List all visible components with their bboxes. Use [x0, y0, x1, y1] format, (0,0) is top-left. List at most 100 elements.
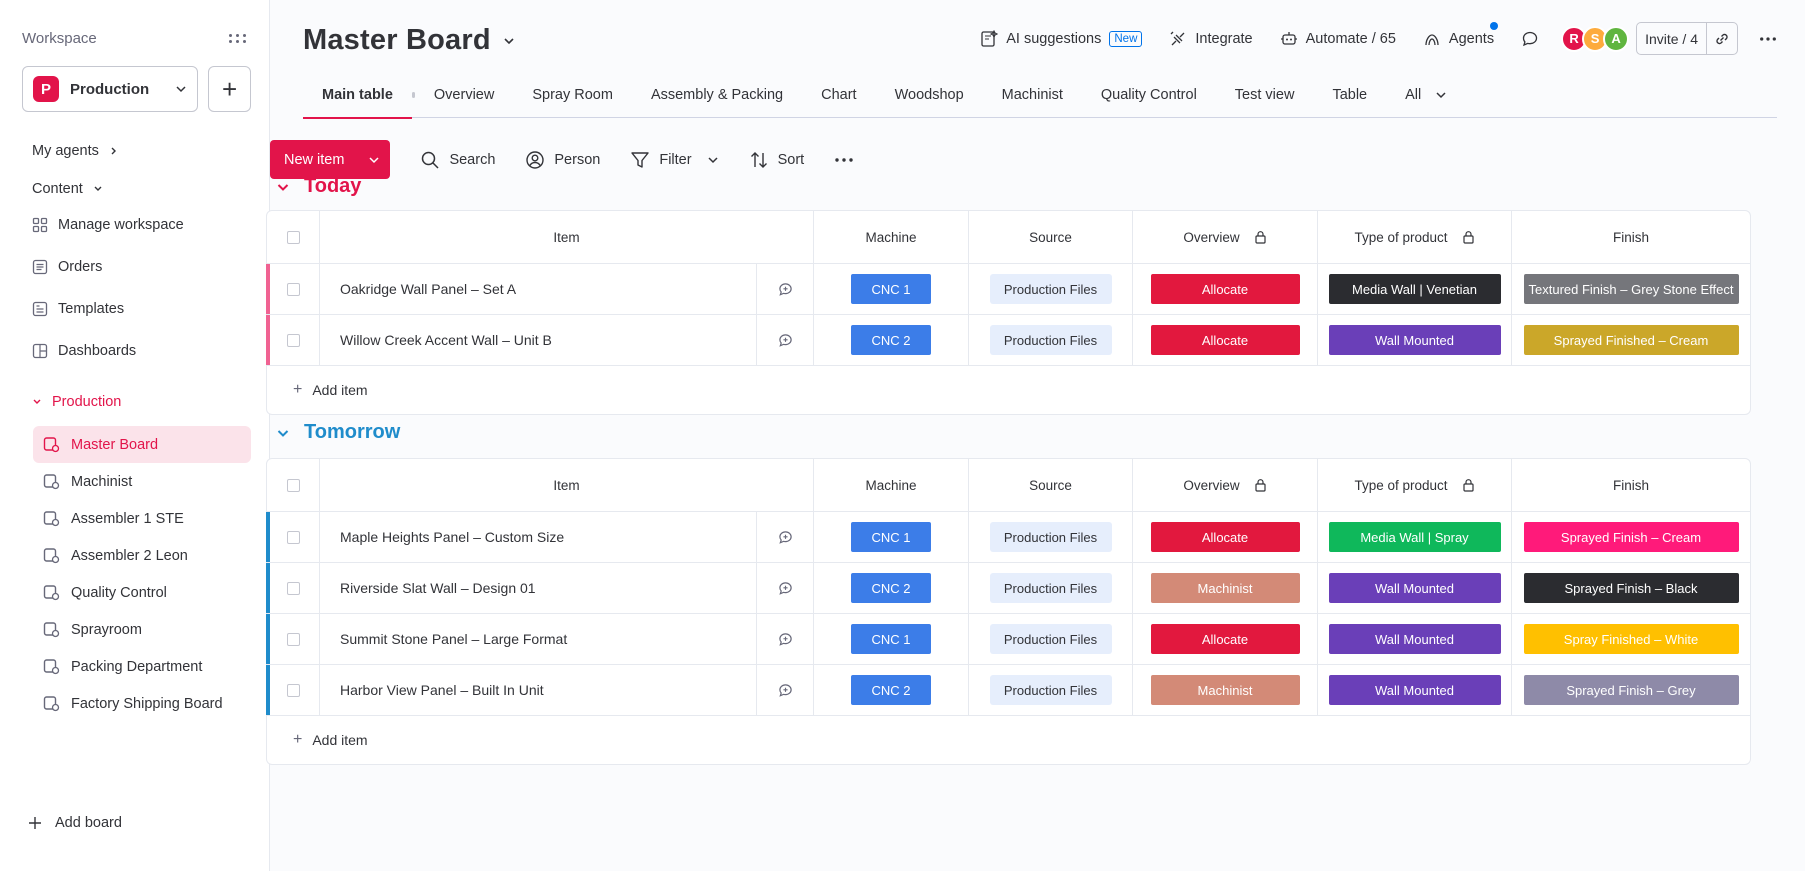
finish-status-cell[interactable]: Sprayed Finish – Grey: [1512, 665, 1750, 715]
finish-status-cell[interactable]: Sprayed Finish – Black: [1512, 563, 1750, 613]
type-status-cell[interactable]: Wall Mounted: [1318, 315, 1512, 365]
finish-status-cell[interactable]: Sprayed Finish – Cream: [1512, 512, 1750, 562]
column-header-overview[interactable]: Overview: [1133, 459, 1318, 511]
add-board-button[interactable]: Add board: [28, 815, 122, 831]
invite-button[interactable]: Invite / 4: [1637, 23, 1707, 54]
updates-cell[interactable]: [757, 512, 814, 562]
finish-status-cell[interactable]: Sprayed Finished – Cream: [1512, 315, 1750, 365]
sidebar-board-assembler-1-ste[interactable]: Assembler 1 STE: [33, 500, 251, 537]
item-name-cell[interactable]: Riverside Slat Wall – Design 01: [320, 563, 757, 613]
overview-status-cell[interactable]: Allocate: [1133, 614, 1318, 664]
machine-cell[interactable]: CNC 2: [814, 665, 969, 715]
updates-cell[interactable]: [757, 264, 814, 314]
sidebar-board-quality-control[interactable]: Quality Control: [33, 574, 251, 611]
type-status-cell[interactable]: Wall Mounted: [1318, 614, 1512, 664]
item-name-cell[interactable]: Maple Heights Panel – Custom Size: [320, 512, 757, 562]
group-header[interactable]: Today: [276, 175, 361, 198]
tab-table[interactable]: Table: [1313, 72, 1386, 118]
type-status-cell[interactable]: Wall Mounted: [1318, 563, 1512, 613]
sidebar-board-sprayroom[interactable]: Sprayroom: [33, 611, 251, 648]
avatar[interactable]: A: [1603, 25, 1630, 52]
machine-cell[interactable]: CNC 1: [814, 614, 969, 664]
copy-link-button[interactable]: [1707, 23, 1737, 54]
tab-machinist[interactable]: Machinist: [983, 72, 1082, 118]
row-checkbox[interactable]: [286, 530, 300, 544]
column-header-type[interactable]: Type of product: [1318, 459, 1512, 511]
sidebar-board-factory-shipping-board[interactable]: Factory Shipping Board: [33, 685, 251, 722]
sidebar-board-machinist[interactable]: Machinist: [33, 463, 251, 500]
automate-button[interactable]: Automate / 65: [1280, 30, 1396, 48]
sort-button[interactable]: Sort: [749, 150, 804, 170]
source-cell[interactable]: Production Files: [969, 614, 1133, 664]
tab-main-table[interactable]: Main table: [303, 72, 412, 119]
item-name-cell[interactable]: Oakridge Wall Panel – Set A: [320, 264, 757, 314]
sidebar-item-orders[interactable]: Orders: [22, 250, 251, 284]
column-header-finish[interactable]: Finish: [1512, 211, 1750, 263]
sidebar-item-dashboards[interactable]: Dashboards: [22, 334, 251, 368]
new-item-dropdown[interactable]: [358, 140, 390, 179]
row-checkbox[interactable]: [286, 683, 300, 697]
machine-cell[interactable]: CNC 1: [814, 264, 969, 314]
source-cell[interactable]: Production Files: [969, 264, 1133, 314]
content-section-toggle[interactable]: Content: [22, 172, 251, 206]
select-all-checkbox[interactable]: [286, 478, 300, 492]
overview-status-cell[interactable]: Allocate: [1133, 315, 1318, 365]
row-checkbox[interactable]: [286, 632, 300, 646]
workspace-menu-icon[interactable]: [225, 30, 251, 47]
column-header-item[interactable]: Item: [320, 459, 814, 511]
sidebar-item-templates[interactable]: Templates: [22, 292, 251, 326]
column-header-type[interactable]: Type of product: [1318, 211, 1512, 263]
updates-cell[interactable]: [757, 665, 814, 715]
tab-chart[interactable]: Chart: [802, 72, 875, 118]
tab-overview[interactable]: Overview: [415, 72, 513, 118]
add-item-row[interactable]: + Add item: [267, 716, 1750, 764]
tab-assembly-packing[interactable]: Assembly & Packing: [632, 72, 802, 118]
column-header-finish[interactable]: Finish: [1512, 459, 1750, 511]
sidebar-board-packing-department[interactable]: Packing Department: [33, 648, 251, 685]
sidebar-item-manage-workspace[interactable]: Manage workspace: [22, 208, 251, 242]
source-cell[interactable]: Production Files: [969, 665, 1133, 715]
column-header-source[interactable]: Source: [969, 459, 1133, 511]
source-cell[interactable]: Production Files: [969, 315, 1133, 365]
chevron-down-icon[interactable]: [276, 180, 290, 194]
my-agents-link[interactable]: My agents: [22, 134, 251, 168]
machine-cell[interactable]: CNC 1: [814, 512, 969, 562]
new-item-button[interactable]: New item: [270, 140, 391, 179]
board-title[interactable]: Master Board: [303, 24, 515, 57]
column-header-machine[interactable]: Machine: [814, 459, 969, 511]
chevron-down-icon[interactable]: [276, 426, 290, 440]
board-members[interactable]: R S A: [1561, 25, 1630, 52]
select-all-checkbox[interactable]: [286, 230, 300, 244]
machine-cell[interactable]: CNC 2: [814, 315, 969, 365]
tab-woodshop[interactable]: Woodshop: [876, 72, 983, 118]
add-workspace-button[interactable]: +: [208, 66, 251, 112]
tab-quality-control[interactable]: Quality Control: [1082, 72, 1216, 118]
sidebar-board-master-board[interactable]: Master Board: [33, 426, 251, 463]
filter-button[interactable]: Filter: [630, 150, 718, 170]
item-name-cell[interactable]: Summit Stone Panel – Large Format: [320, 614, 757, 664]
tab-all[interactable]: All: [1386, 72, 1466, 118]
overview-status-cell[interactable]: Machinist: [1133, 563, 1318, 613]
toolbar-more-button[interactable]: [834, 157, 854, 163]
group-header[interactable]: Tomorrow: [276, 421, 400, 444]
tab-spray-room[interactable]: Spray Room: [513, 72, 632, 118]
updates-cell[interactable]: [757, 614, 814, 664]
sidebar-folder-production[interactable]: Production: [22, 384, 251, 420]
search-button[interactable]: Search: [420, 150, 495, 170]
row-checkbox[interactable]: [286, 581, 300, 595]
person-filter-button[interactable]: Person: [525, 150, 600, 170]
machine-cell[interactable]: CNC 2: [814, 563, 969, 613]
group-title[interactable]: Today: [304, 175, 361, 198]
updates-cell[interactable]: [757, 315, 814, 365]
type-status-cell[interactable]: Media Wall | Spray: [1318, 512, 1512, 562]
type-status-cell[interactable]: Media Wall | Venetian: [1318, 264, 1512, 314]
updates-button[interactable]: [1521, 30, 1539, 48]
board-more-button[interactable]: [1759, 30, 1777, 48]
overview-status-cell[interactable]: Allocate: [1133, 512, 1318, 562]
type-status-cell[interactable]: Wall Mounted: [1318, 665, 1512, 715]
add-item-row[interactable]: + Add item: [267, 366, 1750, 414]
row-checkbox[interactable]: [286, 282, 300, 296]
agents-button[interactable]: Agents: [1423, 21, 1499, 48]
group-title[interactable]: Tomorrow: [304, 421, 400, 444]
row-checkbox[interactable]: [286, 333, 300, 347]
